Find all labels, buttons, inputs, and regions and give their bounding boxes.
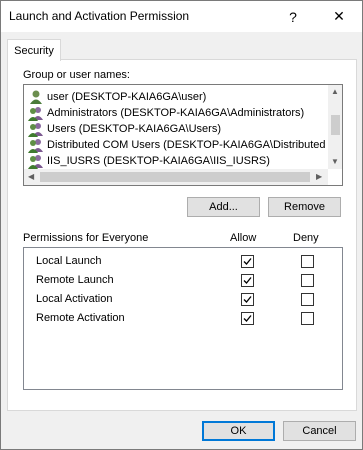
- check-icon: [243, 296, 252, 303]
- permission-row: Local Activation: [36, 291, 336, 309]
- ok-button-label: OK: [230, 425, 247, 437]
- permission-row: Local Launch: [36, 253, 336, 271]
- permission-row: Remote Activation: [36, 310, 336, 328]
- cancel-button[interactable]: Cancel: [283, 421, 356, 441]
- permission-row: Remote Launch: [36, 272, 336, 290]
- allow-column-header: Allow: [230, 232, 257, 244]
- deny-checkbox[interactable]: [301, 293, 314, 306]
- scroll-up-icon[interactable]: ▲: [331, 87, 339, 96]
- allow-checkbox[interactable]: [241, 274, 254, 287]
- remove-button-label: Remove: [284, 201, 325, 213]
- security-tab-page: Group or user names: user (DESKTOP-KAIA6…: [7, 59, 357, 411]
- window-title: Launch and Activation Permission: [9, 9, 190, 23]
- help-icon: ?: [289, 8, 297, 25]
- dialog-window: Launch and Activation Permission ? ✕ Sec…: [0, 0, 363, 450]
- horizontal-scrollbar[interactable]: ◀ ▶: [24, 169, 328, 185]
- close-button[interactable]: ✕: [316, 1, 362, 32]
- allow-checkbox[interactable]: [241, 255, 254, 268]
- tab-security[interactable]: Security: [7, 39, 61, 61]
- vertical-scrollbar[interactable]: ▲ ▼: [328, 85, 342, 169]
- deny-checkbox[interactable]: [301, 274, 314, 287]
- allow-checkbox[interactable]: [241, 293, 254, 306]
- list-item-label: IIS_IUSRS (DESKTOP-KAIA6GA\IIS_IUSRS): [47, 155, 270, 167]
- deny-checkbox[interactable]: [301, 312, 314, 325]
- list-item-label: Administrators (DESKTOP-KAIA6GA\Administ…: [47, 107, 305, 119]
- group-user-listbox[interactable]: user (DESKTOP-KAIA6GA\user) Administrato…: [23, 84, 343, 186]
- check-icon: [243, 258, 252, 265]
- deny-column-header: Deny: [293, 232, 319, 244]
- vertical-scroll-thumb[interactable]: [331, 115, 340, 135]
- group-icon: [28, 139, 43, 153]
- check-icon: [243, 277, 252, 284]
- group-icon: [28, 155, 43, 169]
- close-icon: ✕: [333, 8, 345, 24]
- cancel-button-label: Cancel: [302, 425, 337, 437]
- help-button[interactable]: ?: [270, 1, 316, 32]
- group-list-label: Group or user names:: [23, 69, 130, 81]
- tab-security-label: Security: [14, 44, 54, 57]
- permission-name: Remote Launch: [36, 274, 114, 286]
- scroll-right-icon[interactable]: ▶: [316, 172, 322, 181]
- add-button[interactable]: Add...: [187, 197, 260, 217]
- list-item-label: user (DESKTOP-KAIA6GA\user): [47, 91, 207, 103]
- permissions-label: Permissions for Everyone: [23, 232, 149, 244]
- ok-button[interactable]: OK: [202, 421, 275, 441]
- permissions-list: Local Launch Remote Launch Local Activat…: [23, 247, 343, 390]
- list-item[interactable]: Users (DESKTOP-KAIA6GA\Users): [28, 121, 221, 137]
- permission-name: Remote Activation: [36, 312, 125, 324]
- group-icon: [28, 107, 43, 121]
- permission-name: Local Launch: [36, 255, 102, 267]
- list-item[interactable]: Administrators (DESKTOP-KAIA6GA\Administ…: [28, 105, 304, 121]
- list-item[interactable]: Distributed COM Users (DESKTOP-KAIA6GA\D…: [28, 137, 337, 153]
- scroll-down-icon[interactable]: ▼: [331, 157, 339, 166]
- remove-button[interactable]: Remove: [268, 197, 341, 217]
- list-item[interactable]: user (DESKTOP-KAIA6GA\user): [28, 89, 206, 105]
- group-icon: [28, 123, 43, 137]
- check-icon: [243, 315, 252, 322]
- scroll-left-icon[interactable]: ◀: [28, 172, 34, 181]
- title-bar: Launch and Activation Permission ? ✕: [1, 1, 362, 32]
- permission-name: Local Activation: [36, 293, 113, 305]
- user-icon: [30, 90, 42, 104]
- deny-checkbox[interactable]: [301, 255, 314, 268]
- list-item-label: Distributed COM Users (DESKTOP-KAIA6GA\D…: [47, 139, 337, 151]
- list-item-label: Users (DESKTOP-KAIA6GA\Users): [47, 123, 221, 135]
- allow-checkbox[interactable]: [241, 312, 254, 325]
- horizontal-scroll-thumb[interactable]: [40, 172, 310, 182]
- add-button-label: Add...: [209, 201, 238, 213]
- list-item[interactable]: IIS_IUSRS (DESKTOP-KAIA6GA\IIS_IUSRS): [28, 153, 270, 169]
